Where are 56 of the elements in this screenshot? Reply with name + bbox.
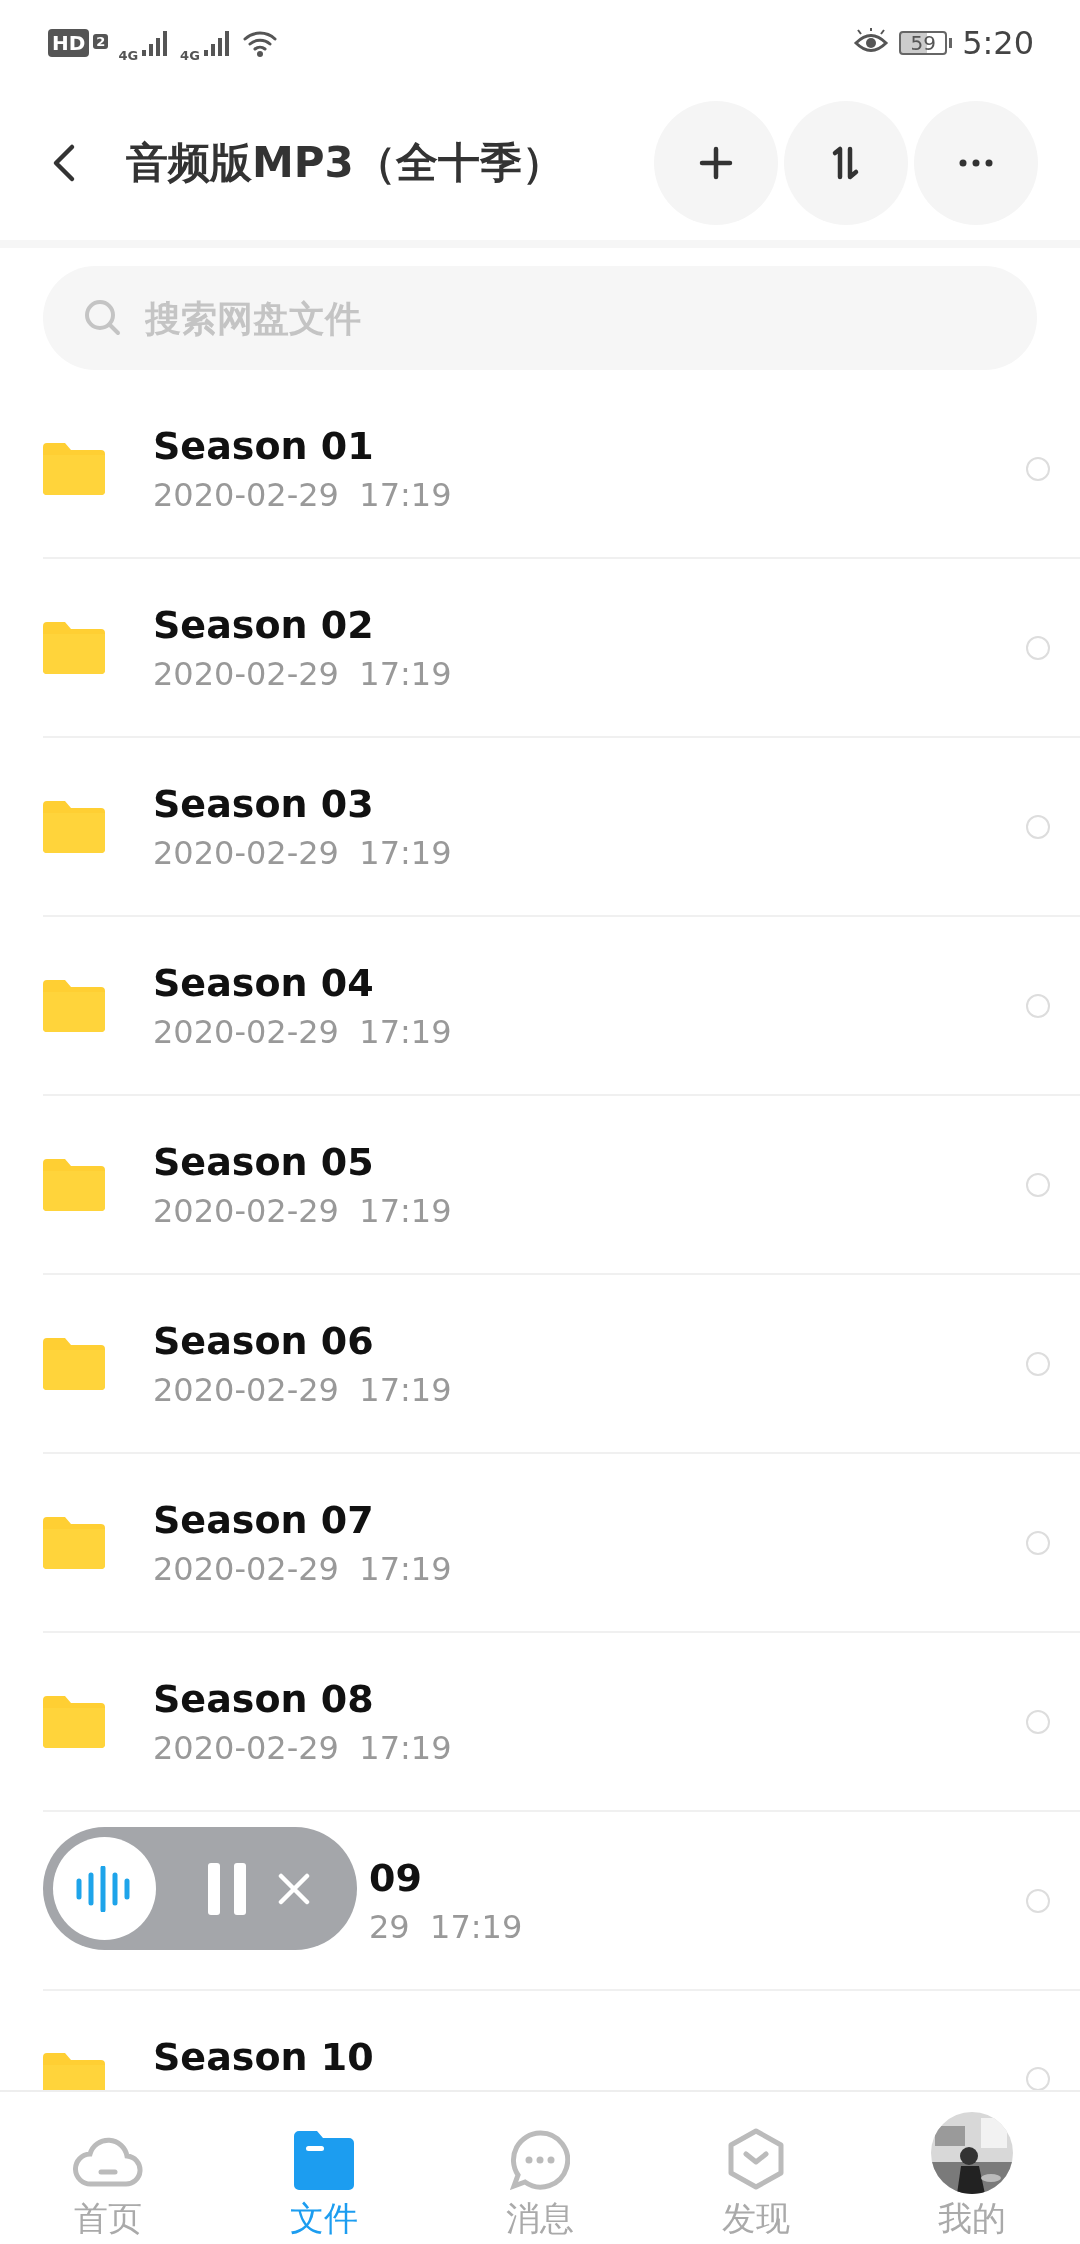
nav-tab[interactable]: 首页 xyxy=(0,2092,216,2244)
chat-icon xyxy=(510,2130,570,2190)
folder-icon xyxy=(43,1337,105,1390)
folder-name: Season 03 xyxy=(153,781,375,826)
folder-icon xyxy=(294,2130,354,2190)
modified-date: 2020-02-29 17:19 xyxy=(153,475,453,514)
modified-date: 2020-02-29 17:19 xyxy=(153,1549,453,1588)
folder-name: Season 10 xyxy=(153,2035,375,2079)
modified-date: 2020-02-29 17:19 xyxy=(153,833,453,872)
folder-icon xyxy=(43,800,105,853)
folder-name: 09 xyxy=(369,1855,423,1900)
modified-date: 2020-02-29 17:19 xyxy=(153,1012,453,1051)
nav-tab[interactable]: 我的 xyxy=(864,2092,1080,2244)
folder-name: Season 04 xyxy=(153,960,375,1005)
select-radio[interactable] xyxy=(1026,1172,1050,1197)
battery-level: 59 xyxy=(899,31,948,55)
folder-name: Season 02 xyxy=(153,602,375,647)
select-radio[interactable] xyxy=(1026,1530,1050,1555)
select-radio[interactable] xyxy=(1026,814,1050,839)
folder-icon xyxy=(43,621,105,674)
folder-name: Season 01 xyxy=(153,423,375,468)
search-icon xyxy=(83,298,123,338)
network-type: 4G xyxy=(118,47,139,63)
nav-tab[interactable]: 文件 xyxy=(216,2092,432,2244)
hexagon-icon xyxy=(728,2128,784,2190)
modified-date: 29 17:19 xyxy=(369,1907,524,1946)
folder-name: Season 07 xyxy=(153,1497,375,1542)
close-icon[interactable] xyxy=(278,1872,310,1905)
folder-icon xyxy=(43,1516,105,1569)
folder-icon xyxy=(43,442,105,495)
hd-indicator: HD xyxy=(48,29,90,57)
folder-icon xyxy=(43,979,105,1032)
select-radio[interactable] xyxy=(1026,993,1050,1018)
select-radio[interactable] xyxy=(1026,635,1050,660)
nav-tab[interactable]: 发现 xyxy=(648,2092,864,2244)
folder-icon xyxy=(43,1158,105,1211)
network-type: 4G xyxy=(180,47,200,63)
clock: 5:20 xyxy=(962,24,1034,62)
select-radio[interactable] xyxy=(1026,1351,1050,1376)
sim-number: 2 xyxy=(93,33,109,49)
page-title: 音频版MP3（全十季） xyxy=(126,137,565,189)
folder-name: Season 08 xyxy=(153,1676,375,1721)
signal-icon xyxy=(201,28,232,58)
select-radio[interactable] xyxy=(1026,1709,1050,1734)
modified-date: 2020-02-29 17:19 xyxy=(153,654,453,693)
folder-icon xyxy=(43,2053,105,2090)
select-radio[interactable] xyxy=(1026,1888,1050,1913)
folder-icon xyxy=(43,1695,105,1748)
select-radio[interactable] xyxy=(1026,456,1050,481)
nav-tab[interactable]: 消息 xyxy=(432,2092,648,2244)
pause-icon[interactable] xyxy=(206,1860,248,1917)
modified-date: 2020-02-29 17:19 xyxy=(153,1728,453,1767)
modified-date: 2020-02-29 17:19 xyxy=(153,1191,453,1230)
folder-name: Season 06 xyxy=(153,1318,375,1363)
folder-name: Season 05 xyxy=(153,1139,375,1184)
modified-date: 2020-02-29 17:19 xyxy=(153,1370,453,1409)
